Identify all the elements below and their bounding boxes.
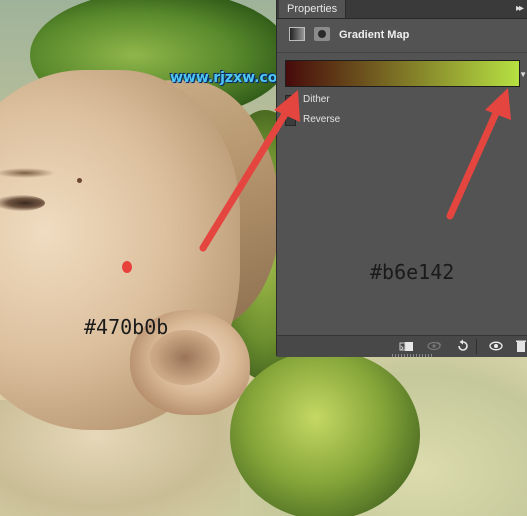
dither-option[interactable]: Dither bbox=[285, 93, 465, 109]
red-marker-dot bbox=[122, 261, 132, 273]
gradient-preview-bar[interactable] bbox=[285, 60, 520, 87]
reverse-option[interactable]: Reverse bbox=[285, 113, 465, 129]
foliage-bottom bbox=[230, 350, 420, 516]
trash-icon[interactable] bbox=[513, 339, 527, 353]
visibility-eye-icon[interactable] bbox=[488, 339, 504, 353]
layer-mask-icon[interactable] bbox=[314, 27, 330, 41]
panel-title: Gradient Map bbox=[339, 29, 410, 41]
reverse-label: Reverse bbox=[303, 114, 341, 125]
dither-checkbox[interactable] bbox=[285, 95, 296, 106]
view-previous-state-icon[interactable] bbox=[427, 339, 443, 353]
watermark-text: www.rjzxw.com bbox=[170, 70, 292, 86]
panel-resize-grip[interactable] bbox=[392, 354, 432, 357]
header-divider bbox=[277, 52, 527, 53]
panel-tab-bar: Properties ▸▸ bbox=[277, 0, 527, 19]
tab-properties[interactable]: Properties bbox=[279, 0, 347, 18]
dither-label: Dither bbox=[303, 94, 330, 105]
properties-panel: Properties ▸▸ Gradient Map ▼ Dither Reve… bbox=[276, 0, 527, 357]
annotation-right-color: #b6e142 bbox=[370, 260, 455, 284]
reverse-checkbox[interactable] bbox=[285, 115, 296, 126]
mole bbox=[77, 178, 82, 183]
collapse-panel-icon[interactable]: ▸▸ bbox=[516, 3, 524, 14]
reset-icon[interactable] bbox=[455, 339, 471, 353]
clip-to-layer-icon[interactable] bbox=[398, 339, 414, 353]
toolbar-separator bbox=[476, 339, 477, 354]
gradient-map-adjustment-icon[interactable] bbox=[289, 27, 305, 41]
gradient-dropdown-icon[interactable]: ▼ bbox=[519, 70, 527, 79]
annotation-left-color: #470b0b bbox=[84, 315, 169, 339]
